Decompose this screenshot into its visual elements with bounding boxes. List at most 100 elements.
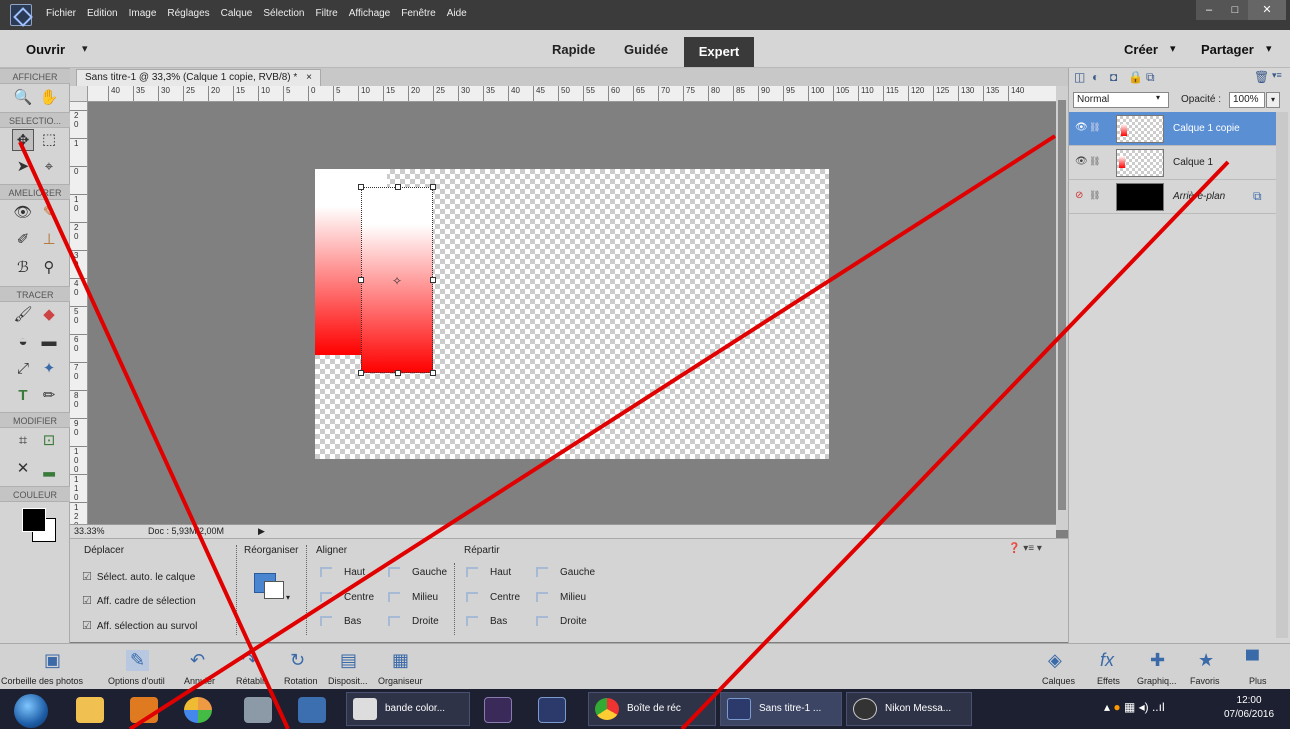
menu-filtre[interactable]: Filtre [316,8,338,19]
bbox-handle-right[interactable] [430,277,436,283]
taskbar-clock[interactable]: 12:00 07/06/2016 [1224,694,1274,722]
book-app-icon[interactable] [298,697,326,723]
distribute-middle-button[interactable]: Milieu [536,592,586,603]
maximize-button[interactable]: □ [1222,0,1248,20]
burn-tool-icon[interactable]: ⚲ [38,257,60,279]
organizer-button[interactable]: Organiseur [378,676,423,686]
visibility-eye-icon[interactable]: 👁 [1075,122,1088,133]
crop-tool-icon[interactable]: ⌗ [12,430,34,452]
bbox-handle-top-left[interactable] [358,184,364,190]
opacity-input[interactable]: 100% [1229,92,1265,108]
organizer-icon[interactable]: ▦ [392,650,409,671]
eyedropper-tool-icon[interactable]: ⤢ [12,358,34,380]
link-icon[interactable]: ⛓ [1089,190,1100,201]
visibility-hidden-icon[interactable]: ⊘ [1075,190,1083,201]
visibility-eye-icon[interactable]: 👁 [1075,156,1088,167]
align-left-button[interactable]: Gauche [388,567,447,578]
undo-button[interactable]: Annuler [184,676,215,686]
selection-bounding-box[interactable]: ✧ [358,184,436,376]
rotate-button[interactable]: Rotation [284,676,318,686]
layers-panel-button[interactable]: Calques [1042,676,1075,686]
start-button[interactable] [14,694,48,728]
task-bande-color[interactable]: bande color... [346,692,470,726]
align-middle-button[interactable]: Milieu [388,592,438,603]
elements-editor-icon[interactable] [538,697,566,723]
sponge-tool-icon[interactable]: ℬ [12,257,34,279]
bbox-handle-bottom[interactable] [395,370,401,376]
redo-button[interactable]: Rétablir [236,676,267,686]
type-tool-icon[interactable]: T [12,385,34,407]
brush-tool-icon[interactable]: 🖌 [12,304,34,326]
menu-affichage[interactable]: Affichage [349,8,391,19]
layout-icon[interactable]: ▤ [340,650,357,671]
menu-reglages[interactable]: Réglages [167,8,209,19]
more-button[interactable]: Plus [1249,676,1267,686]
bbox-handle-bottom-left[interactable] [358,370,364,376]
distribute-right-button[interactable]: Droite [536,616,587,627]
layers-scrollbar[interactable] [1276,112,1288,638]
layer-row-arriere-plan[interactable]: ⊘ ⛓ Arrière-plan ⧉ [1069,180,1276,214]
menu-edition[interactable]: Edition [87,8,118,19]
graphics-button[interactable]: Graphiq... [1137,676,1177,686]
panel-menu-icon[interactable]: ▾≡ [1272,70,1282,81]
recompose-tool-icon[interactable]: ⊡ [38,430,60,452]
share-button[interactable]: Partager [1201,42,1254,57]
create-button[interactable]: Créer [1124,42,1158,57]
opacity-dropdown-icon[interactable]: ▾ [1266,92,1280,108]
arrange-front-icon[interactable] [264,581,284,599]
app-logo-icon[interactable] [10,4,32,26]
show-bounding-box-checkbox[interactable]: Aff. cadre de sélection [82,594,196,607]
blend-mode-select[interactable]: Normal [1073,92,1169,108]
media-player-icon[interactable] [130,697,158,723]
mode-expert[interactable]: Expert [684,37,754,67]
create-dropdown-icon[interactable]: ▾ [1170,42,1176,55]
open-dropdown-icon[interactable]: ▾ [82,42,88,55]
menu-fichier[interactable]: Fichier [46,8,76,19]
effects-icon[interactable]: fx [1100,650,1114,671]
layer-name[interactable]: Arrière-plan [1173,191,1225,202]
mode-rapide[interactable]: Rapide [552,42,595,57]
layer-row-calque-1-copie[interactable]: 👁 ⛓ Calque 1 copie [1069,112,1276,146]
calculator-icon[interactable] [244,697,272,723]
share-dropdown-icon[interactable]: ▾ [1266,42,1272,55]
blend-mode-dropdown-icon[interactable]: ▾ [1156,93,1160,102]
tool-options-button[interactable]: Options d'outil [108,676,165,686]
layer-row-calque-1[interactable]: 👁 ⛓ Calque 1 [1069,146,1276,180]
align-bottom-button[interactable]: Bas [320,616,361,627]
align-right-button[interactable]: Droite [388,616,439,627]
show-highlight-rollover-checkbox[interactable]: Aff. sélection au survol [82,619,197,632]
distribute-left-button[interactable]: Gauche [536,567,595,578]
menu-image[interactable]: Image [129,8,157,19]
zoom-level[interactable]: 33.33% [74,525,105,538]
elements-organizer-icon[interactable] [484,697,512,723]
layer-mask-icon[interactable]: ◘ [1110,70,1117,84]
lock-icon[interactable]: 🔒 [1128,70,1143,84]
more-icon[interactable]: ▀ [1246,650,1259,671]
gradient-tool-icon[interactable]: ▬ [38,331,60,353]
mode-guidee[interactable]: Guidée [624,42,668,57]
effects-button[interactable]: Effets [1097,676,1120,686]
marquee-tool-icon[interactable]: ⬚ [38,129,60,151]
file-explorer-icon[interactable] [76,697,104,723]
pencil-tool-icon[interactable]: ✏ [38,385,60,407]
status-menu-icon[interactable]: ▶ [258,525,265,538]
task-nikon-message[interactable]: Nikon Messa... [846,692,972,726]
document-tab[interactable]: Sans titre-1 @ 33,3% (Calque 1 copie, RV… [76,69,321,86]
smart-brush-tool-icon[interactable]: ✐ [12,229,34,251]
bbox-handle-left[interactable] [358,277,364,283]
background-layer-convert-icon[interactable]: ⧉ [1253,189,1262,204]
bbox-handle-top-right[interactable] [430,184,436,190]
lasso-tool-icon[interactable]: ➤ [12,156,34,178]
layers-panel-icon[interactable]: ◈ [1048,650,1062,671]
document-tab-close-icon[interactable]: × [306,72,312,83]
distribute-top-button[interactable]: Haut [466,567,511,578]
straighten-tool-icon[interactable]: ▂ [38,458,60,480]
redo-icon[interactable]: ↷ [242,650,257,671]
canvas-scroll-thumb[interactable] [1058,100,1066,510]
paint-bucket-tool-icon[interactable]: ◒ [12,331,34,353]
zoom-tool-icon[interactable]: 🔍 [12,87,34,109]
bbox-handle-top[interactable] [395,184,401,190]
close-button[interactable]: ✕ [1248,0,1286,20]
bbox-handle-bottom-right[interactable] [430,370,436,376]
align-top-button[interactable]: Haut [320,567,365,578]
